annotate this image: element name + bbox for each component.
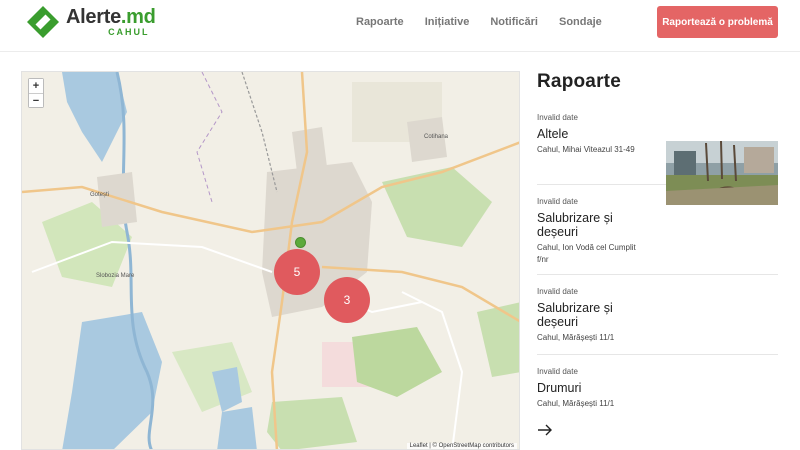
nav-item-notificari[interactable]: Notificări — [490, 16, 538, 28]
report-category: Altele — [537, 127, 569, 141]
cluster-marker[interactable]: 5 — [274, 249, 320, 295]
report-item[interactable]: Invalid date Salubrizare și deșeuri Cahu… — [537, 185, 778, 275]
report-marker[interactable] — [295, 237, 306, 248]
report-date: Invalid date — [537, 113, 578, 122]
zoom-out-button[interactable]: − — [29, 93, 43, 107]
report-address: Cahul, Mărășești 11/1 — [537, 333, 615, 342]
map-tiles: Cotihana Gotești Slobozia Mare — [22, 72, 519, 449]
report-date: Invalid date — [537, 287, 578, 296]
logo-title: Alerte — [66, 6, 121, 28]
report-date: Invalid date — [537, 367, 578, 376]
nav-item-initiative[interactable]: Inițiative — [425, 16, 470, 28]
map-label: Slobozia Mare — [96, 273, 135, 279]
report-category: Salubrizare și deșeuri — [537, 301, 613, 329]
report-address: Cahul, Ion Vodă cel Cumplit f/nr — [537, 243, 636, 264]
map-attribution[interactable]: Leaflet | © OpenStreetMap contributors — [406, 443, 517, 449]
logo-title-suffix: .md — [120, 6, 156, 28]
zoom-in-button[interactable]: + — [29, 79, 43, 93]
site-header: Alerte.md CAHUL Rapoarte Inițiative Noti… — [0, 0, 800, 52]
reports-map[interactable]: Cotihana Gotești Slobozia Mare + − 5 3 L… — [21, 71, 520, 450]
report-category: Salubrizare și deșeuri — [537, 211, 613, 239]
logo-text: Alerte.md CAHUL — [66, 5, 156, 37]
report-item[interactable]: Invalid date Drumuri Cahul, Mărășești 11… — [537, 355, 778, 409]
panel-title: Rapoarte — [537, 71, 621, 92]
cluster-marker[interactable]: 3 — [324, 277, 370, 323]
zoom-control: + − — [28, 78, 44, 108]
main-nav: Rapoarte Inițiative Notificări Sondaje — [356, 16, 623, 28]
report-address: Cahul, Mărășești 11/1 — [537, 399, 615, 408]
report-problem-button[interactable]: Raportează o problemă — [657, 6, 778, 38]
report-category: Drumuri — [537, 381, 582, 395]
logo-mark-icon — [26, 5, 60, 39]
nav-item-rapoarte[interactable]: Rapoarte — [356, 16, 404, 28]
arrow-right-icon[interactable] — [537, 423, 553, 441]
reports-panel: Rapoarte Invalid date Altele Cahul, Miha… — [537, 71, 778, 436]
logo[interactable]: Alerte.md CAHUL — [26, 5, 156, 39]
report-item[interactable]: Invalid date Salubrizare și deșeuri Cahu… — [537, 275, 778, 355]
nav-item-sondaje[interactable]: Sondaje — [559, 16, 602, 28]
report-date: Invalid date — [537, 197, 578, 206]
map-label: Cotihana — [424, 134, 449, 140]
report-item[interactable]: Invalid date Altele Cahul, Mihai Viteazu… — [537, 101, 778, 205]
map-label: Gotești — [90, 192, 109, 198]
